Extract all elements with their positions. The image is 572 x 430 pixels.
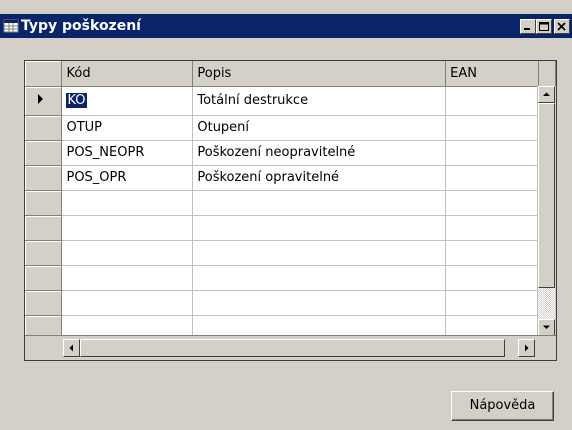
row-selector[interactable] [25, 190, 63, 216]
arrow-up-icon [543, 92, 550, 96]
column-header-ean[interactable]: EAN [445, 61, 539, 87]
cell-code[interactable] [61, 215, 194, 241]
column-header-code[interactable]: Kód [61, 61, 194, 87]
scroll-down-button[interactable] [538, 319, 555, 336]
help-button[interactable]: Nápověda [451, 391, 554, 421]
row-selector[interactable] [25, 140, 63, 166]
cell-ean[interactable] [445, 240, 539, 266]
cell-description[interactable] [192, 290, 447, 316]
row-selector[interactable] [25, 115, 63, 141]
table-row[interactable]: OTUP Otupení [25, 115, 556, 141]
cell-code[interactable]: POS_NEOPR [61, 140, 194, 166]
cell-code[interactable]: POS_OPR [61, 165, 194, 191]
minimize-icon [524, 28, 530, 30]
row-pointer-icon [38, 93, 43, 104]
cell-description[interactable]: Poškození opravitelné [192, 165, 447, 191]
minimize-button[interactable] [520, 19, 536, 34]
row-selector[interactable] [25, 265, 63, 291]
cell-code[interactable] [61, 290, 194, 316]
cell-ean[interactable] [445, 165, 539, 191]
scroll-left-button[interactable] [63, 339, 80, 357]
close-button[interactable] [554, 19, 570, 34]
row-selector-header[interactable] [25, 61, 63, 87]
cell-description[interactable]: Poškození neopravitelné [192, 140, 447, 166]
cell-ean[interactable] [445, 290, 539, 316]
close-icon [557, 22, 566, 31]
cell-code[interactable]: OTUP [61, 115, 194, 141]
horizontal-scrollbar[interactable] [63, 339, 535, 357]
cell-ean[interactable] [445, 115, 539, 141]
title-bar[interactable]: Typy poškození [0, 14, 572, 38]
table-row[interactable]: POS_NEOPR Poškození neopravitelné [25, 140, 556, 166]
row-selector[interactable] [25, 240, 63, 266]
horizontal-scroll-thumb[interactable] [80, 339, 505, 357]
horizontal-scroll-row [25, 335, 556, 360]
table-row[interactable] [25, 190, 556, 216]
vertical-scrollbar[interactable] [537, 86, 556, 336]
row-selector[interactable] [25, 215, 63, 241]
cell-code[interactable] [61, 265, 194, 291]
damage-types-grid[interactable]: Kód Popis EAN KO Totální destrukce OTUP … [24, 60, 557, 361]
header-row: Kód Popis EAN [25, 61, 556, 87]
cell-description[interactable]: Totální destrukce [192, 86, 447, 116]
cell-description[interactable]: Otupení [192, 115, 447, 141]
arrow-left-icon [69, 344, 73, 352]
table-row[interactable] [25, 240, 556, 266]
cell-ean[interactable] [445, 215, 539, 241]
cell-ean[interactable] [445, 86, 539, 116]
column-header-description[interactable]: Popis [192, 61, 447, 87]
scroll-up-button[interactable] [538, 86, 555, 103]
cell-description[interactable] [192, 215, 447, 241]
table-icon [3, 18, 19, 34]
cell-code[interactable] [61, 190, 194, 216]
row-selector[interactable] [25, 165, 63, 191]
window-title: Typy poškození [21, 18, 141, 34]
maximize-button[interactable] [536, 19, 552, 34]
maximize-icon [539, 22, 549, 31]
table-row[interactable] [25, 215, 556, 241]
table-row[interactable] [25, 290, 556, 316]
cell-code-value[interactable]: KO [66, 93, 87, 108]
cell-description[interactable] [192, 190, 447, 216]
cell-ean[interactable] [445, 190, 539, 216]
grid-table: Kód Popis EAN KO Totální destrukce OTUP … [25, 61, 556, 341]
row-selector[interactable] [25, 290, 63, 316]
arrow-right-icon [525, 344, 529, 352]
row-selector[interactable] [25, 86, 63, 116]
cell-code[interactable]: KO [61, 86, 194, 116]
table-row[interactable] [25, 265, 556, 291]
dialog-window: Typy poškození Kód Popis EAN KO Totální … [0, 0, 572, 430]
cell-code[interactable] [61, 240, 194, 266]
cell-description[interactable] [192, 265, 447, 291]
arrow-down-icon [543, 325, 550, 329]
vertical-scroll-thumb[interactable] [538, 103, 555, 288]
header-filler [538, 61, 556, 87]
cell-ean[interactable] [445, 265, 539, 291]
table-row[interactable]: KO Totální destrukce [25, 86, 556, 116]
table-row[interactable]: POS_OPR Poškození opravitelné [25, 165, 556, 191]
cell-description[interactable] [192, 240, 447, 266]
scroll-right-button[interactable] [518, 339, 535, 357]
cell-ean[interactable] [445, 140, 539, 166]
